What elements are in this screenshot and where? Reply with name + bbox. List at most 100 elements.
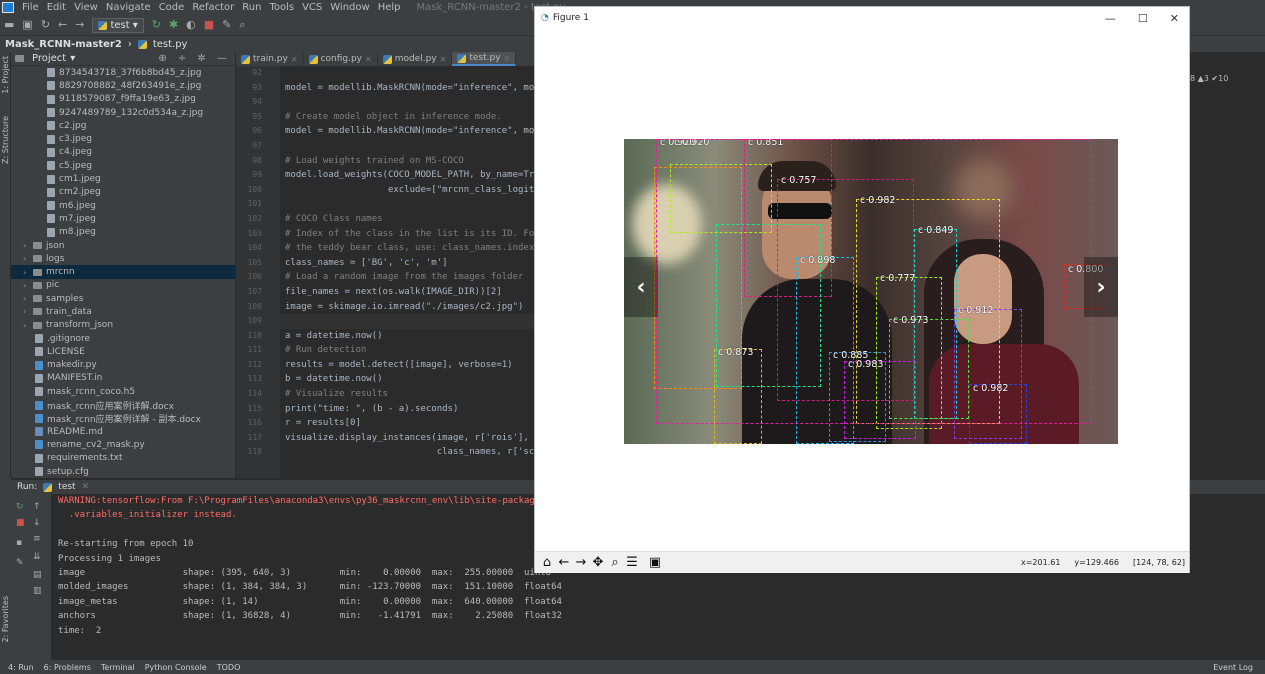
run-console[interactable]: WARNING:tensorflow:From F:\ProgramFiles\… — [51, 494, 535, 660]
event-log[interactable]: Event Log — [1213, 663, 1253, 672]
menu-edit[interactable]: Edit — [43, 2, 70, 13]
chevron-right-icon[interactable]: › — [23, 307, 33, 316]
tree-item[interactable]: 9118579087_f9ffa19e63_z.jpg — [11, 93, 235, 106]
chevron-down-icon[interactable]: ▾ — [70, 53, 75, 64]
pin-icon[interactable]: ✎ — [16, 558, 24, 568]
debug-icon[interactable]: ✱ — [169, 19, 178, 31]
tree-item[interactable]: c4.jpeg — [11, 146, 235, 159]
tree-item[interactable]: mask_rcnn应用案例详解.docx — [11, 398, 235, 412]
save-icon[interactable]: ▣ — [647, 555, 663, 571]
tree-item[interactable]: c5.jpeg — [11, 159, 235, 172]
status-python-console[interactable]: Python Console — [145, 663, 207, 672]
tree-item[interactable]: makedir.py — [11, 359, 235, 372]
menu-window[interactable]: Window — [326, 2, 373, 13]
detection-image[interactable]: c 0.920 c 0.920 c 0.851 c 0.757 c 0.982 c 0.8… — [624, 139, 1118, 444]
tab-model-py[interactable]: model.py ✕ — [378, 52, 453, 66]
favorites-tool-tab[interactable]: 2: Favorites — [1, 596, 10, 642]
tree-item[interactable]: .gitignore — [11, 332, 235, 345]
stop-icon[interactable]: ■ — [204, 19, 214, 31]
close-icon[interactable]: ✕ — [291, 55, 298, 64]
layout-icon[interactable]: ▪ — [16, 538, 22, 548]
trash-icon[interactable]: ▥ — [33, 586, 42, 596]
run-config-selector[interactable]: test ▾ — [92, 17, 144, 33]
tree-item[interactable]: mask_rcnn应用案例详解 - 副本.docx — [11, 412, 235, 425]
open-folder-icon[interactable]: ▬ — [4, 19, 14, 31]
tree-item[interactable]: › logs — [11, 252, 235, 265]
tab-test-py[interactable]: test.py ✕ — [452, 52, 517, 66]
chevron-right-icon[interactable]: › — [23, 321, 33, 330]
forward-icon[interactable]: → — [573, 555, 589, 571]
close-icon[interactable]: ✕ — [82, 482, 90, 492]
status-problems[interactable]: 6: Problems — [44, 663, 91, 672]
search-icon[interactable]: ⌕ — [239, 19, 245, 31]
breadcrumb-file[interactable]: test.py — [153, 39, 188, 50]
tree-item[interactable]: › json — [11, 239, 235, 252]
inspection-status[interactable]: 8 ▲3 ✔10 — [1190, 74, 1228, 83]
home-icon[interactable]: ⌂ — [539, 555, 555, 571]
close-icon[interactable]: ✕ — [1170, 12, 1179, 25]
menu-help[interactable]: Help — [374, 2, 405, 13]
down-arrow-icon[interactable]: ↓ — [33, 518, 41, 528]
up-arrow-icon[interactable]: ↑ — [33, 502, 41, 512]
configure-icon[interactable]: ☰ — [624, 555, 640, 571]
chevron-right-icon[interactable]: › — [23, 241, 33, 250]
forward-nav-icon[interactable]: → — [75, 19, 84, 31]
save-all-icon[interactable]: ▣ — [22, 19, 32, 31]
tree-item[interactable]: setup.cfg — [11, 465, 235, 478]
rerun-icon[interactable]: ↻ — [152, 19, 161, 31]
menu-code[interactable]: Code — [155, 2, 189, 13]
project-panel-title[interactable]: Project — [32, 53, 66, 64]
tree-item[interactable]: c2.jpg — [11, 119, 235, 132]
previous-image-arrow-icon[interactable]: ‹ — [624, 257, 658, 317]
tree-item[interactable]: requirements.txt — [11, 452, 235, 465]
run-config-tab[interactable]: test — [58, 482, 75, 492]
minimize-icon[interactable]: — — [1105, 12, 1116, 25]
stop-icon[interactable]: ■ — [16, 518, 25, 528]
tree-item[interactable]: m8.jpeg — [11, 226, 235, 239]
tree-item[interactable]: cm2.jpeg — [11, 186, 235, 199]
tree-item[interactable]: m6.jpeg — [11, 199, 235, 212]
figure-canvas[interactable]: c 0.920 c 0.920 c 0.851 c 0.757 c 0.982 c 0.8… — [535, 29, 1189, 551]
breadcrumb-project[interactable]: Mask_RCNN-master2 — [5, 39, 122, 50]
sync-icon[interactable]: ↻ — [41, 19, 50, 31]
tree-item[interactable]: LICENSE — [11, 345, 235, 358]
tree-item[interactable]: MANIFEST.in — [11, 372, 235, 385]
tree-item[interactable]: › samples — [11, 292, 235, 305]
tree-item[interactable]: rename_cv2_mask.py — [11, 438, 235, 451]
soft-wrap-icon[interactable]: ≡ — [33, 534, 41, 544]
code-editor[interactable]: model = modellib.MaskRCNN(mode="inferenc… — [280, 66, 534, 478]
tree-item[interactable]: 9247489789_132c0d534a_z.jpg — [11, 106, 235, 119]
chevron-right-icon[interactable]: › — [23, 254, 33, 263]
back-nav-icon[interactable]: ← — [58, 19, 67, 31]
menu-navigate[interactable]: Navigate — [102, 2, 155, 13]
menu-tools[interactable]: Tools — [265, 2, 298, 13]
menu-vcs[interactable]: VCS — [298, 2, 326, 13]
tree-item[interactable]: c3.jpeg — [11, 132, 235, 145]
status-terminal[interactable]: Terminal — [101, 663, 135, 672]
tree-item[interactable]: 8734543718_37f6b8bd45_z.jpg — [11, 66, 235, 79]
tree-item[interactable]: 8829708882_48f263491e_z.jpg — [11, 79, 235, 92]
close-icon[interactable]: ✕ — [504, 54, 511, 63]
close-icon[interactable]: ✕ — [365, 55, 372, 64]
tab-train-py[interactable]: train.py ✕ — [236, 52, 304, 66]
zoom-icon[interactable]: ⌕ — [607, 555, 623, 571]
tree-item[interactable]: m7.jpeg — [11, 212, 235, 225]
tree-item[interactable]: mask_rcnn_coco.h5 — [11, 385, 235, 398]
status-run[interactable]: 4: Run — [8, 663, 34, 672]
back-icon[interactable]: ← — [556, 555, 572, 571]
chevron-right-icon[interactable]: › — [23, 281, 33, 290]
menu-run[interactable]: Run — [238, 2, 265, 13]
next-image-arrow-icon[interactable]: › — [1084, 257, 1118, 317]
wrench-icon[interactable]: ✎ — [222, 19, 231, 31]
close-icon[interactable]: ✕ — [440, 55, 447, 64]
tree-item[interactable]: › mrcnn — [11, 265, 235, 279]
tab-config-py[interactable]: config.py ✕ — [304, 52, 378, 66]
menu-refactor[interactable]: Refactor — [188, 2, 238, 13]
tree-item[interactable]: › transform_json — [11, 319, 235, 332]
tree-item[interactable]: › train_data — [11, 305, 235, 318]
tree-item[interactable]: › pic — [11, 279, 235, 292]
coverage-icon[interactable]: ◐ — [186, 19, 196, 31]
menu-file[interactable]: File — [18, 2, 43, 13]
chevron-right-icon[interactable]: › — [23, 294, 33, 303]
tree-item[interactable]: cm1.jpeg — [11, 172, 235, 185]
